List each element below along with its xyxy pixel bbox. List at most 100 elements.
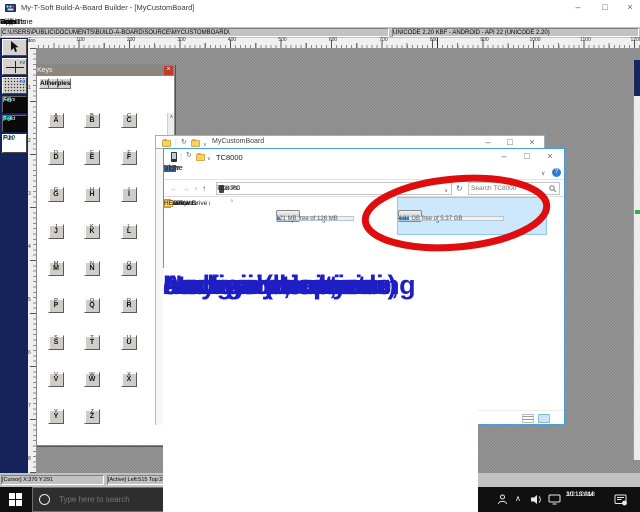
start-button[interactable] [0, 487, 32, 512]
ruler-v-label: 8 [28, 456, 31, 462]
key-caption: R [121, 298, 137, 304]
key-caption: S [48, 335, 64, 341]
f9-build-button[interactable]: F9 Build [2, 115, 27, 132]
ruler-h-label: 1000 [529, 37, 540, 43]
app-title: My-T-Soft Build-A-Board Builder - [MyCus… [21, 3, 194, 12]
key-caption: B [84, 113, 100, 119]
ruler-h-label: 400 [228, 37, 236, 43]
folder-icon [191, 140, 200, 147]
key-caption: K [84, 224, 100, 230]
network-icon[interactable] [548, 494, 561, 505]
close-icon[interactable]: × [620, 0, 640, 15]
maximize-icon[interactable]: □ [517, 149, 537, 165]
key-caption: C [121, 113, 137, 119]
key-caption: Q [84, 298, 100, 304]
f4-label: F4 [20, 79, 25, 84]
key-caption: P [48, 298, 64, 304]
f2-label: F2 [20, 60, 25, 65]
key-caption: G [48, 187, 64, 193]
ruler-h-label: 200 [127, 37, 135, 43]
f8-caption: Keys [3, 97, 15, 103]
back-icon[interactable]: ← [170, 184, 178, 193]
ruler-v-label: 4 [28, 244, 31, 250]
up-icon[interactable]: ↑ [202, 184, 206, 193]
scroll-up-icon[interactable]: ∧ [230, 198, 234, 204]
background-window-sliver [633, 60, 640, 460]
ruler-v-label: 2 [28, 138, 31, 144]
key-caption: J [48, 224, 64, 230]
sliver-green-accent [635, 210, 640, 214]
ruler-v-label: 5 [28, 297, 31, 303]
key-caption: H [84, 187, 100, 193]
f10-run-button[interactable]: F10 Run [2, 134, 27, 153]
folder-icon [196, 154, 205, 161]
instruction-overlay: Now connect yourAndroid deviceand go int… [163, 268, 478, 512]
select-tool-button[interactable] [2, 39, 27, 56]
scroll-up-icon[interactable]: ∧ [168, 113, 175, 121]
chevron-up-icon[interactable]: ∧ [515, 494, 521, 503]
explorer-title: TC8000 [216, 153, 243, 162]
ruler-h-label: 800 [430, 37, 438, 43]
f9-caption: Build [3, 116, 15, 122]
menu-item-help[interactable]: Help [0, 17, 15, 26]
explorer-background-edge [155, 149, 163, 425]
view-tiles-icon[interactable] [538, 414, 550, 423]
history-chevron-icon[interactable]: ∨ [194, 186, 198, 192]
keys-palette-titlebar[interactable]: Keys [37, 65, 175, 76]
key-caption: F [121, 150, 137, 156]
nav-item-label: HELP [164, 200, 181, 207]
key-caption: M [48, 261, 64, 267]
close-icon[interactable]: × [540, 149, 560, 165]
ruler-v-label: 6 [28, 350, 31, 356]
key-caption: Y [48, 409, 64, 415]
key-caption: Z [84, 409, 100, 415]
build-target-info: UNICODE 2.20 KBF - ANDROID - API 22 (UNI… [392, 28, 639, 37]
f8-keys-button[interactable]: F8 Keys [2, 96, 27, 113]
highlight-ellipse [356, 170, 556, 256]
key-caption: T [84, 335, 100, 341]
tool-column: F2 F4 F8 Keys F9 Build F10 Run [0, 38, 28, 473]
ruler-h-label: 1100 [580, 37, 591, 43]
minimize-icon[interactable]: – [568, 0, 588, 15]
forward-icon[interactable]: → [182, 184, 190, 193]
key-caption: V [48, 372, 64, 378]
key-caption: E [84, 150, 100, 156]
close-icon[interactable]: × [164, 66, 173, 75]
keys-grid: AABBCCDDEEFFGGHHIIJJKKLLMMNNOOPPQQRRSSTT… [37, 113, 167, 446]
ruler-v-label: 1 [28, 85, 31, 91]
action-center-icon[interactable] [614, 494, 628, 506]
screen: My-T-Soft Build-A-Board Builder - [MyCus… [0, 0, 640, 512]
background-window-title: MyCustomBoard [212, 138, 264, 145]
breadcrumb-tc8000[interactable]: TC8000 [217, 183, 240, 194]
volume-icon[interactable] [530, 494, 543, 505]
key-caption: L [121, 224, 137, 230]
maximize-icon[interactable]: □ [595, 0, 615, 15]
minimize-icon[interactable]: – [494, 149, 514, 165]
ruler-h-label: 600 [329, 37, 337, 43]
f4-grid-tool-button[interactable]: F4 [2, 77, 27, 94]
info-bar: C:\USERS\PUBLIC\DOCUMENTS\BUILD-A-BOARD\… [0, 27, 640, 38]
menu-bar: FileEditOptionsViewToolsLayoutBuildRun-T… [0, 15, 640, 27]
ruler-corner: 0 100 [28, 38, 37, 48]
source-path: C:\USERS\PUBLIC\DOCUMENTS\BUILD-A-BOARD\… [1, 28, 389, 37]
cortana-icon [39, 494, 50, 505]
app-icon [5, 2, 16, 13]
explorer-background-window[interactable]: | ↻ ∨ MyCustomBoard – □ × [155, 135, 545, 149]
ruler-h-label: 500 [278, 37, 286, 43]
refresh-icon[interactable]: ↻ [186, 152, 192, 160]
refresh-icon[interactable]: ↻ [181, 139, 187, 147]
device-icon [171, 152, 177, 162]
cursor-arrow-icon [9, 40, 20, 53]
ruler-h-label: 900 [480, 37, 488, 43]
key-category-all[interactable]: All [39, 78, 49, 89]
people-icon[interactable] [497, 494, 508, 505]
key-caption: A [48, 113, 64, 119]
key-caption: N [84, 261, 100, 267]
f2-pointer-tool-button[interactable]: F2 [2, 58, 27, 75]
drive-detail: 121 MB free of 126 MB [276, 216, 338, 222]
key-caption: I [121, 187, 137, 193]
chevron-down-icon[interactable]: ∨ [207, 155, 211, 163]
key-caption: X [121, 372, 137, 378]
view-details-icon[interactable] [522, 414, 534, 423]
ribbon-tab-view[interactable]: View [164, 165, 179, 172]
